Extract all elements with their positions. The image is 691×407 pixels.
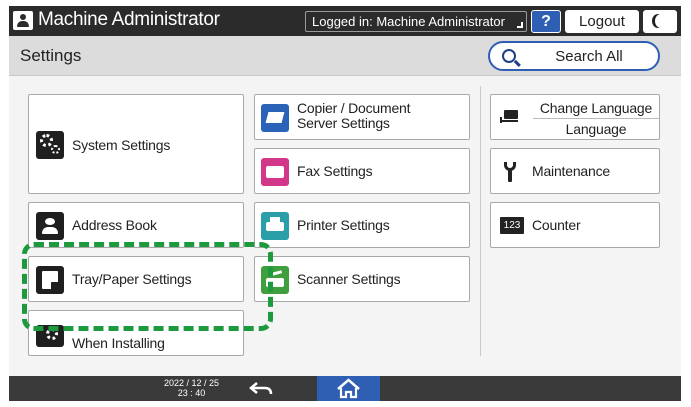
logout-button[interactable]: Logout xyxy=(565,10,639,33)
tray-paper-settings-tile[interactable]: Tray/Paper Settings xyxy=(28,256,244,302)
user-icon xyxy=(13,11,33,30)
tray-paper-icon xyxy=(36,266,64,294)
clock-date: 2022 / 12 / 25 xyxy=(164,378,220,388)
change-language-tile[interactable]: Change Language Language xyxy=(490,94,660,140)
address-book-label: Address Book xyxy=(72,217,157,233)
bottom-bar: 2022 / 12 / 25 23 : 40 xyxy=(9,376,681,401)
login-status-text: Logged in: Machine Administrator xyxy=(312,14,505,29)
settings-screen: Machine Administrator Logged in: Machine… xyxy=(9,6,681,401)
expand-corner-icon xyxy=(517,22,523,28)
address-book-tile[interactable]: Address Book xyxy=(28,202,244,248)
clock-time: 23 : 40 xyxy=(177,388,206,398)
system-settings-tile[interactable]: System Settings xyxy=(28,94,244,194)
tray-paper-label: Tray/Paper Settings xyxy=(72,271,192,287)
copier-icon xyxy=(261,104,289,132)
fax-label: Fax Settings xyxy=(297,163,373,179)
admin-title: Machine Administrator xyxy=(38,9,220,30)
scanner-icon xyxy=(261,266,289,294)
when-installing-label: When Installing xyxy=(72,335,165,351)
printer-label: Printer Settings xyxy=(297,217,390,233)
clock: 2022 / 12 / 25 23 : 40 xyxy=(164,378,219,398)
copier-label-line2: Server Settings xyxy=(297,115,390,131)
night-mode-button[interactable] xyxy=(643,10,677,33)
search-all-button[interactable]: Search All xyxy=(488,41,660,71)
column-divider xyxy=(480,86,481,356)
search-all-label: Search All xyxy=(555,48,623,65)
back-arrow-icon xyxy=(249,382,273,395)
change-language-icon xyxy=(500,108,522,126)
counter-tile[interactable]: 123 Counter xyxy=(490,202,660,248)
printer-icon xyxy=(261,212,289,240)
wrench-icon xyxy=(503,162,517,182)
moon-icon xyxy=(655,14,667,28)
address-book-icon xyxy=(36,212,64,240)
system-settings-label: System Settings xyxy=(72,137,171,153)
copier-label-line1: Copier / Document xyxy=(297,100,411,116)
page-title: Settings xyxy=(20,46,82,65)
back-button[interactable] xyxy=(247,378,277,399)
current-language-label: Language xyxy=(565,121,627,137)
when-installing-tile[interactable]: When Installing xyxy=(28,310,244,356)
home-button[interactable] xyxy=(317,376,380,401)
search-icon xyxy=(502,49,516,63)
scanner-label: Scanner Settings xyxy=(297,271,401,287)
system-settings-gear-icon xyxy=(36,131,64,159)
change-language-separator xyxy=(533,118,659,119)
maintenance-label: Maintenance xyxy=(532,163,610,179)
maintenance-tile[interactable]: Maintenance xyxy=(490,148,660,194)
home-icon xyxy=(337,378,360,399)
header-bar: Settings Search All xyxy=(9,36,681,76)
counter-label: Counter xyxy=(532,217,581,233)
counter-icon: 123 xyxy=(500,217,524,234)
installing-gear-icon xyxy=(36,325,64,347)
scanner-settings-tile[interactable]: Scanner Settings xyxy=(254,256,470,302)
fax-settings-tile[interactable]: Fax Settings xyxy=(254,148,470,194)
copier-label: Copier / Document Server Settings xyxy=(297,100,411,131)
change-language-label: Change Language xyxy=(539,100,653,116)
copier-document-server-settings-tile[interactable]: Copier / Document Server Settings xyxy=(254,94,470,140)
login-status[interactable]: Logged in: Machine Administrator xyxy=(305,11,527,32)
help-button[interactable]: ? xyxy=(531,10,561,33)
fax-icon xyxy=(261,158,289,186)
printer-settings-tile[interactable]: Printer Settings xyxy=(254,202,470,248)
top-bar: Machine Administrator Logged in: Machine… xyxy=(9,6,681,36)
